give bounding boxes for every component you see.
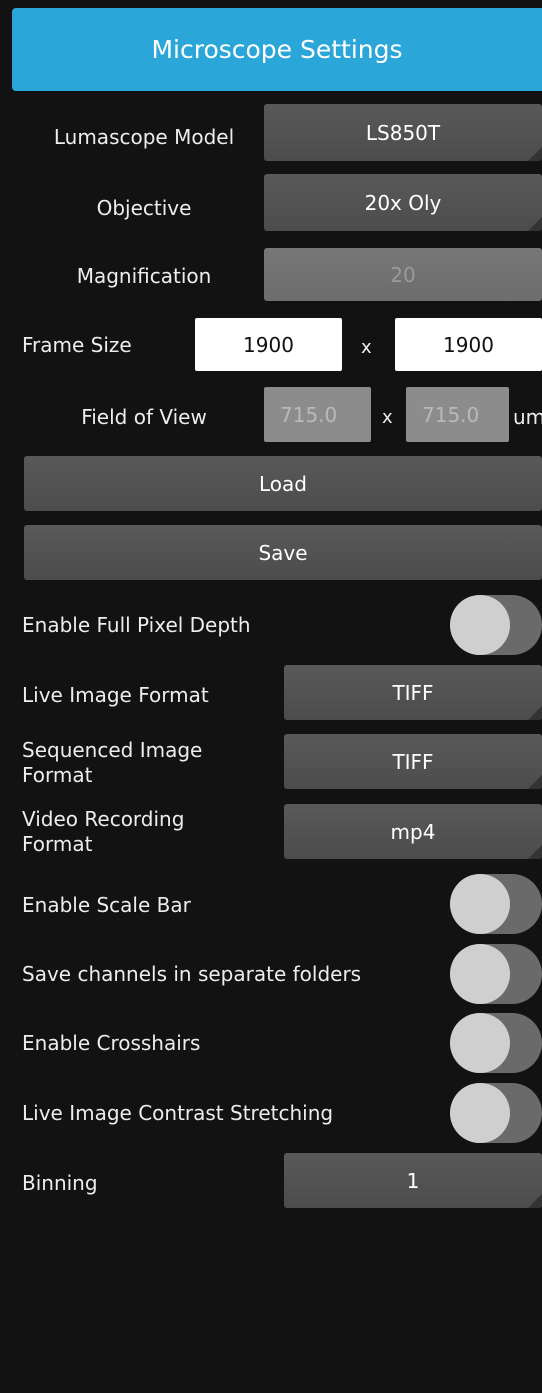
fov-unit-label: um [513, 405, 542, 429]
toggle-knob [450, 944, 510, 1004]
frame-size-separator: x [361, 337, 372, 358]
save-button[interactable]: Save [24, 525, 542, 580]
toggle-knob [450, 595, 510, 655]
toggle-knob [450, 874, 510, 934]
contrast-stretching-label: Live Image Contrast Stretching [22, 1101, 334, 1125]
lumascope-model-label: Lumascope Model [53, 125, 235, 149]
header-bar: Microscope Settings [0, 0, 542, 96]
lumascope-model-select[interactable]: LS850T [264, 104, 542, 161]
separate-folders-label: Save channels in separate folders [22, 962, 362, 986]
toggle-knob [450, 1083, 510, 1143]
crosshairs-label: Enable Crosshairs [22, 1031, 201, 1055]
video-recording-format-label-line1: Video Recording [22, 807, 185, 831]
magnification-field: 20 [264, 248, 542, 301]
live-image-format-label: Live Image Format [22, 683, 209, 707]
scale-bar-toggle[interactable] [450, 874, 542, 934]
sequenced-image-format-label-line1: Sequenced Image [22, 738, 203, 762]
sequenced-image-format-select[interactable]: TIFF [284, 734, 542, 789]
contrast-stretching-toggle[interactable] [450, 1083, 542, 1143]
sequenced-image-format-label-line2: Format [22, 763, 93, 787]
toggle-knob [450, 1013, 510, 1073]
video-recording-format-select[interactable]: mp4 [284, 804, 542, 859]
panel-title: Microscope Settings [12, 8, 542, 91]
frame-width-input[interactable]: 1900 [195, 318, 342, 371]
objective-label: Objective [96, 196, 192, 220]
objective-select[interactable]: 20x Oly [264, 174, 542, 231]
full-pixel-depth-toggle[interactable] [450, 595, 542, 655]
microscope-settings-panel: Microscope Settings Lumascope Model LS85… [0, 0, 542, 1393]
magnification-label: Magnification [76, 264, 212, 288]
video-recording-format-label-line2: Format [22, 832, 93, 856]
frame-size-label: Frame Size [22, 333, 132, 357]
binning-select[interactable]: 1 [284, 1153, 542, 1208]
scale-bar-label: Enable Scale Bar [22, 893, 191, 917]
full-pixel-depth-label: Enable Full Pixel Depth [22, 613, 251, 637]
field-of-view-label: Field of View [81, 405, 207, 429]
fov-height-field: 715.0 [406, 387, 509, 442]
load-button[interactable]: Load [24, 456, 542, 511]
fov-width-field: 715.0 [264, 387, 371, 442]
frame-height-input[interactable]: 1900 [395, 318, 542, 371]
separate-folders-toggle[interactable] [450, 944, 542, 1004]
crosshairs-toggle[interactable] [450, 1013, 542, 1073]
fov-separator: x [382, 407, 393, 428]
live-image-format-select[interactable]: TIFF [284, 665, 542, 720]
binning-label: Binning [22, 1171, 98, 1195]
